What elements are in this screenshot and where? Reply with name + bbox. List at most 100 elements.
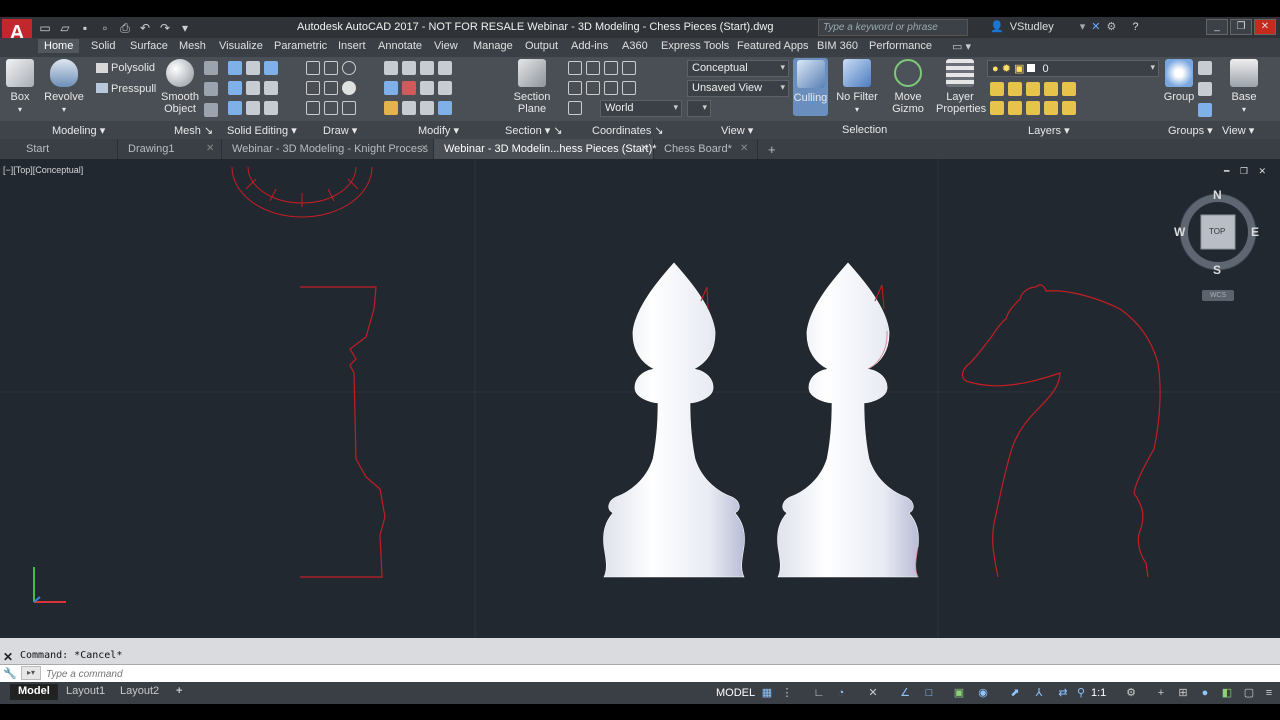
erase-icon[interactable] <box>402 81 416 95</box>
rectangle-icon[interactable] <box>324 101 338 115</box>
tab-parametric[interactable]: Parametric <box>274 40 327 52</box>
panel-modeling[interactable]: Modeling ▾ <box>52 124 105 137</box>
tab-manage[interactable]: Manage <box>473 40 513 52</box>
a360-icon[interactable]: ⚙ <box>1106 20 1116 33</box>
mesh-tool-icon[interactable] <box>204 103 218 117</box>
help-icon[interactable]: ? <box>1132 21 1138 33</box>
layer-off-icon[interactable] <box>990 82 1004 96</box>
ellipse-icon[interactable] <box>342 101 356 115</box>
panel-view[interactable]: View ▾ <box>721 124 753 137</box>
panel-selection[interactable]: Selection <box>842 124 887 136</box>
scale-icon[interactable] <box>402 101 416 115</box>
transparency-icon[interactable]: ▣ <box>952 686 966 700</box>
annotation-scale[interactable]: 1:1 <box>1091 687 1106 699</box>
tab-express-tools[interactable]: Express Tools <box>661 40 729 52</box>
redo-icon[interactable]: ↷ <box>158 21 172 35</box>
units-icon[interactable]: ⊞ <box>1176 686 1190 700</box>
layer-isolate-icon[interactable] <box>1008 82 1022 96</box>
minimize-icon[interactable]: _ <box>1206 19 1228 35</box>
object-snap-tracking-icon[interactable]: ∠ <box>898 686 912 700</box>
panel-groups[interactable]: Groups ▾ <box>1168 124 1213 137</box>
layer-on-icon[interactable] <box>990 101 1004 115</box>
ucs-icon[interactable] <box>568 61 582 75</box>
tab-annotate[interactable]: Annotate <box>378 40 422 52</box>
file-tab-start[interactable]: Start <box>16 139 118 159</box>
polysolid-icon[interactable] <box>96 63 108 73</box>
ucs-z-icon[interactable] <box>622 81 636 95</box>
polygon-icon[interactable] <box>306 101 320 115</box>
mesh-tool-icon[interactable] <box>204 61 218 75</box>
line-icon[interactable] <box>306 61 320 75</box>
isodraft-icon[interactable]: ✕ <box>866 686 880 700</box>
panel-layers[interactable]: Layers ▾ <box>1028 124 1070 137</box>
ucs-face-icon[interactable] <box>604 81 618 95</box>
drawing-canvas[interactable] <box>0 159 1280 638</box>
tab-visualize[interactable]: Visualize <box>219 40 263 52</box>
revolve-button[interactable]: Revolve ▾ <box>44 59 84 116</box>
extrude-faces-icon[interactable] <box>264 61 278 75</box>
close-tab-icon[interactable]: ✕ <box>640 143 648 154</box>
tab-bim-360[interactable]: BIM 360 <box>817 40 858 52</box>
layer-previous-icon[interactable] <box>1062 101 1076 115</box>
mesh-tool-icon[interactable] <box>204 82 218 96</box>
tab-a360[interactable]: A360 <box>622 40 648 52</box>
arc-icon[interactable] <box>342 61 356 75</box>
section-plane-button[interactable]: Section Plane <box>512 59 552 115</box>
panel-section[interactable]: Section ▾ ↘ <box>505 124 563 137</box>
offset-icon[interactable] <box>402 61 416 75</box>
ribbon-options-icon[interactable]: ▭ ▾ <box>952 40 971 53</box>
tab-mesh[interactable]: Mesh <box>179 40 206 52</box>
tab-performance[interactable]: Performance <box>869 40 932 52</box>
close-tab-icon[interactable]: ✕ <box>420 143 428 154</box>
ungroup-icon[interactable] <box>1198 61 1212 75</box>
layer-match-icon[interactable] <box>1062 82 1076 96</box>
layout-tab-model[interactable]: Model <box>10 684 58 700</box>
viewcube-north[interactable]: N <box>1213 188 1222 202</box>
group-button[interactable]: Group <box>1162 59 1196 103</box>
polyline-icon[interactable] <box>306 81 320 95</box>
object-snap-icon[interactable]: □ <box>922 686 936 700</box>
no-filter-button[interactable]: No Filter ▾ <box>836 59 878 116</box>
base-button[interactable]: Base ▾ <box>1228 59 1260 116</box>
layout-tab-layout1[interactable]: Layout1 <box>58 684 113 700</box>
selection-filter-icon[interactable]: ⇄ <box>1056 686 1070 700</box>
customization-icon[interactable]: ≡ <box>1262 686 1276 700</box>
polysolid-button[interactable]: Polysolid <box>111 62 155 74</box>
copy-icon[interactable] <box>420 81 434 95</box>
maximize-icon[interactable]: ❐ <box>1230 19 1252 35</box>
panel-solid-editing[interactable]: Solid Editing ▾ <box>227 124 297 137</box>
save-as-icon[interactable]: ▫ <box>98 21 112 35</box>
fillet-icon[interactable] <box>384 81 398 95</box>
close-tab-icon[interactable]: ✕ <box>740 143 748 154</box>
layer-unisolate-icon[interactable] <box>1008 101 1022 115</box>
isolate-objects-icon[interactable]: ● <box>1198 686 1212 700</box>
file-tab-chess-pieces[interactable]: Webinar - 3D Modelin...hess Pieces (Star… <box>434 139 657 159</box>
gizmo-icon[interactable]: ⚲ <box>1074 686 1088 700</box>
rotate-icon[interactable] <box>438 61 452 75</box>
move-icon[interactable] <box>420 61 434 75</box>
layout-tab-layout2[interactable]: Layout2 <box>112 684 167 700</box>
layer-properties-button[interactable]: Layer Properties <box>936 59 986 115</box>
new-tab-button[interactable]: + <box>762 139 784 159</box>
spline-icon[interactable] <box>324 81 338 95</box>
drawing-viewport[interactable]: [−][Top][Conceptual] ━ ❐ ✕ N S E W TOP W… <box>0 159 1280 638</box>
viewcube-west[interactable]: W <box>1174 225 1185 239</box>
layer-unlock-icon[interactable] <box>1044 101 1058 115</box>
tab-solid[interactable]: Solid <box>91 40 115 52</box>
viewcube-south[interactable]: S <box>1213 263 1221 277</box>
viewcube[interactable]: N S E W TOP WCS <box>1174 187 1260 307</box>
add-layout-button[interactable]: + <box>168 684 190 700</box>
viewport-config-dropdown[interactable] <box>687 100 711 117</box>
array-icon[interactable] <box>420 101 434 115</box>
move-gizmo-button[interactable]: Move Gizmo <box>889 59 927 115</box>
layer-lock-icon[interactable] <box>1044 82 1058 96</box>
ucs-x-icon[interactable] <box>604 61 618 75</box>
polar-icon[interactable]: ◔ <box>834 686 848 700</box>
ucs-y-icon[interactable] <box>622 61 636 75</box>
new-file-icon[interactable]: ▭ <box>38 21 52 35</box>
recent-commands-icon[interactable]: ▸▾ <box>21 666 41 680</box>
print-icon[interactable]: ⎙ <box>118 21 132 35</box>
presspull-button[interactable]: Presspull <box>111 83 156 95</box>
viewport-window-controls[interactable]: ━ ❐ ✕ <box>1224 166 1270 177</box>
mirror-icon[interactable] <box>438 81 452 95</box>
